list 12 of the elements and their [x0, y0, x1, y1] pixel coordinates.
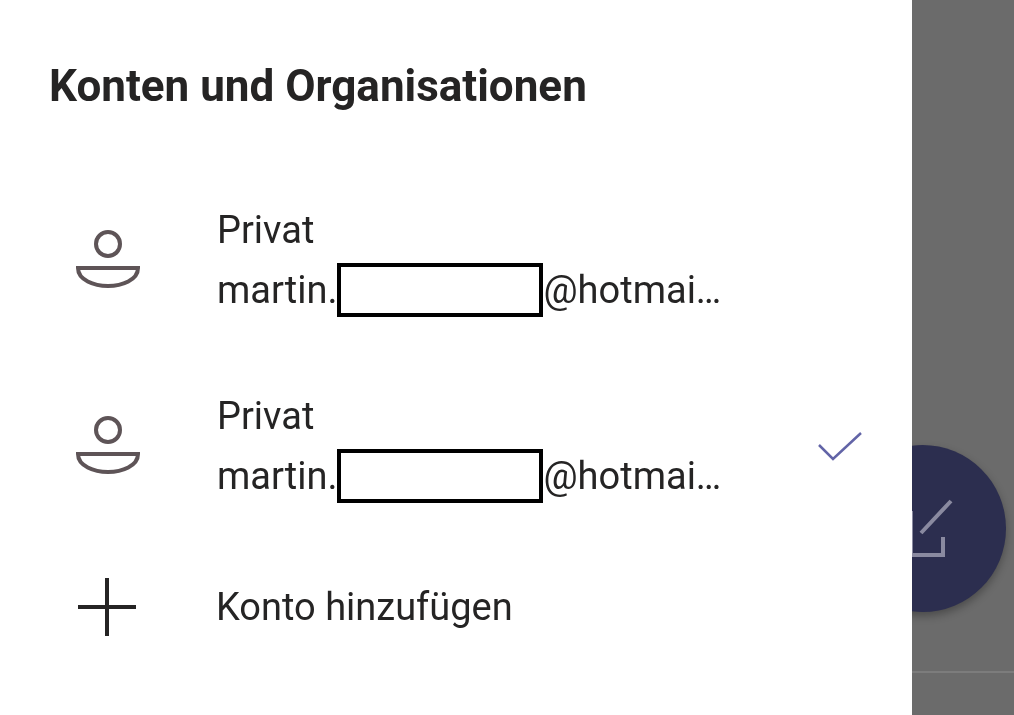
- account-item[interactable]: Privat martin. @hotmai…: [0, 167, 912, 353]
- account-item[interactable]: Privat martin. @hotmai…: [0, 353, 912, 539]
- pencil-icon: [912, 497, 955, 559]
- email-text: @hotmai…: [543, 267, 722, 314]
- email-text: martin.: [217, 453, 338, 500]
- add-account-item[interactable]: Konto hinzufügen: [0, 577, 523, 637]
- account-label: Privat: [217, 207, 316, 254]
- drawer-title: Konten und Organisationen: [48, 59, 588, 114]
- account-label: Privat: [217, 393, 316, 440]
- email-text: martin.: [217, 267, 338, 314]
- plus-icon: [78, 578, 136, 636]
- email-text: @hotmai…: [543, 453, 722, 500]
